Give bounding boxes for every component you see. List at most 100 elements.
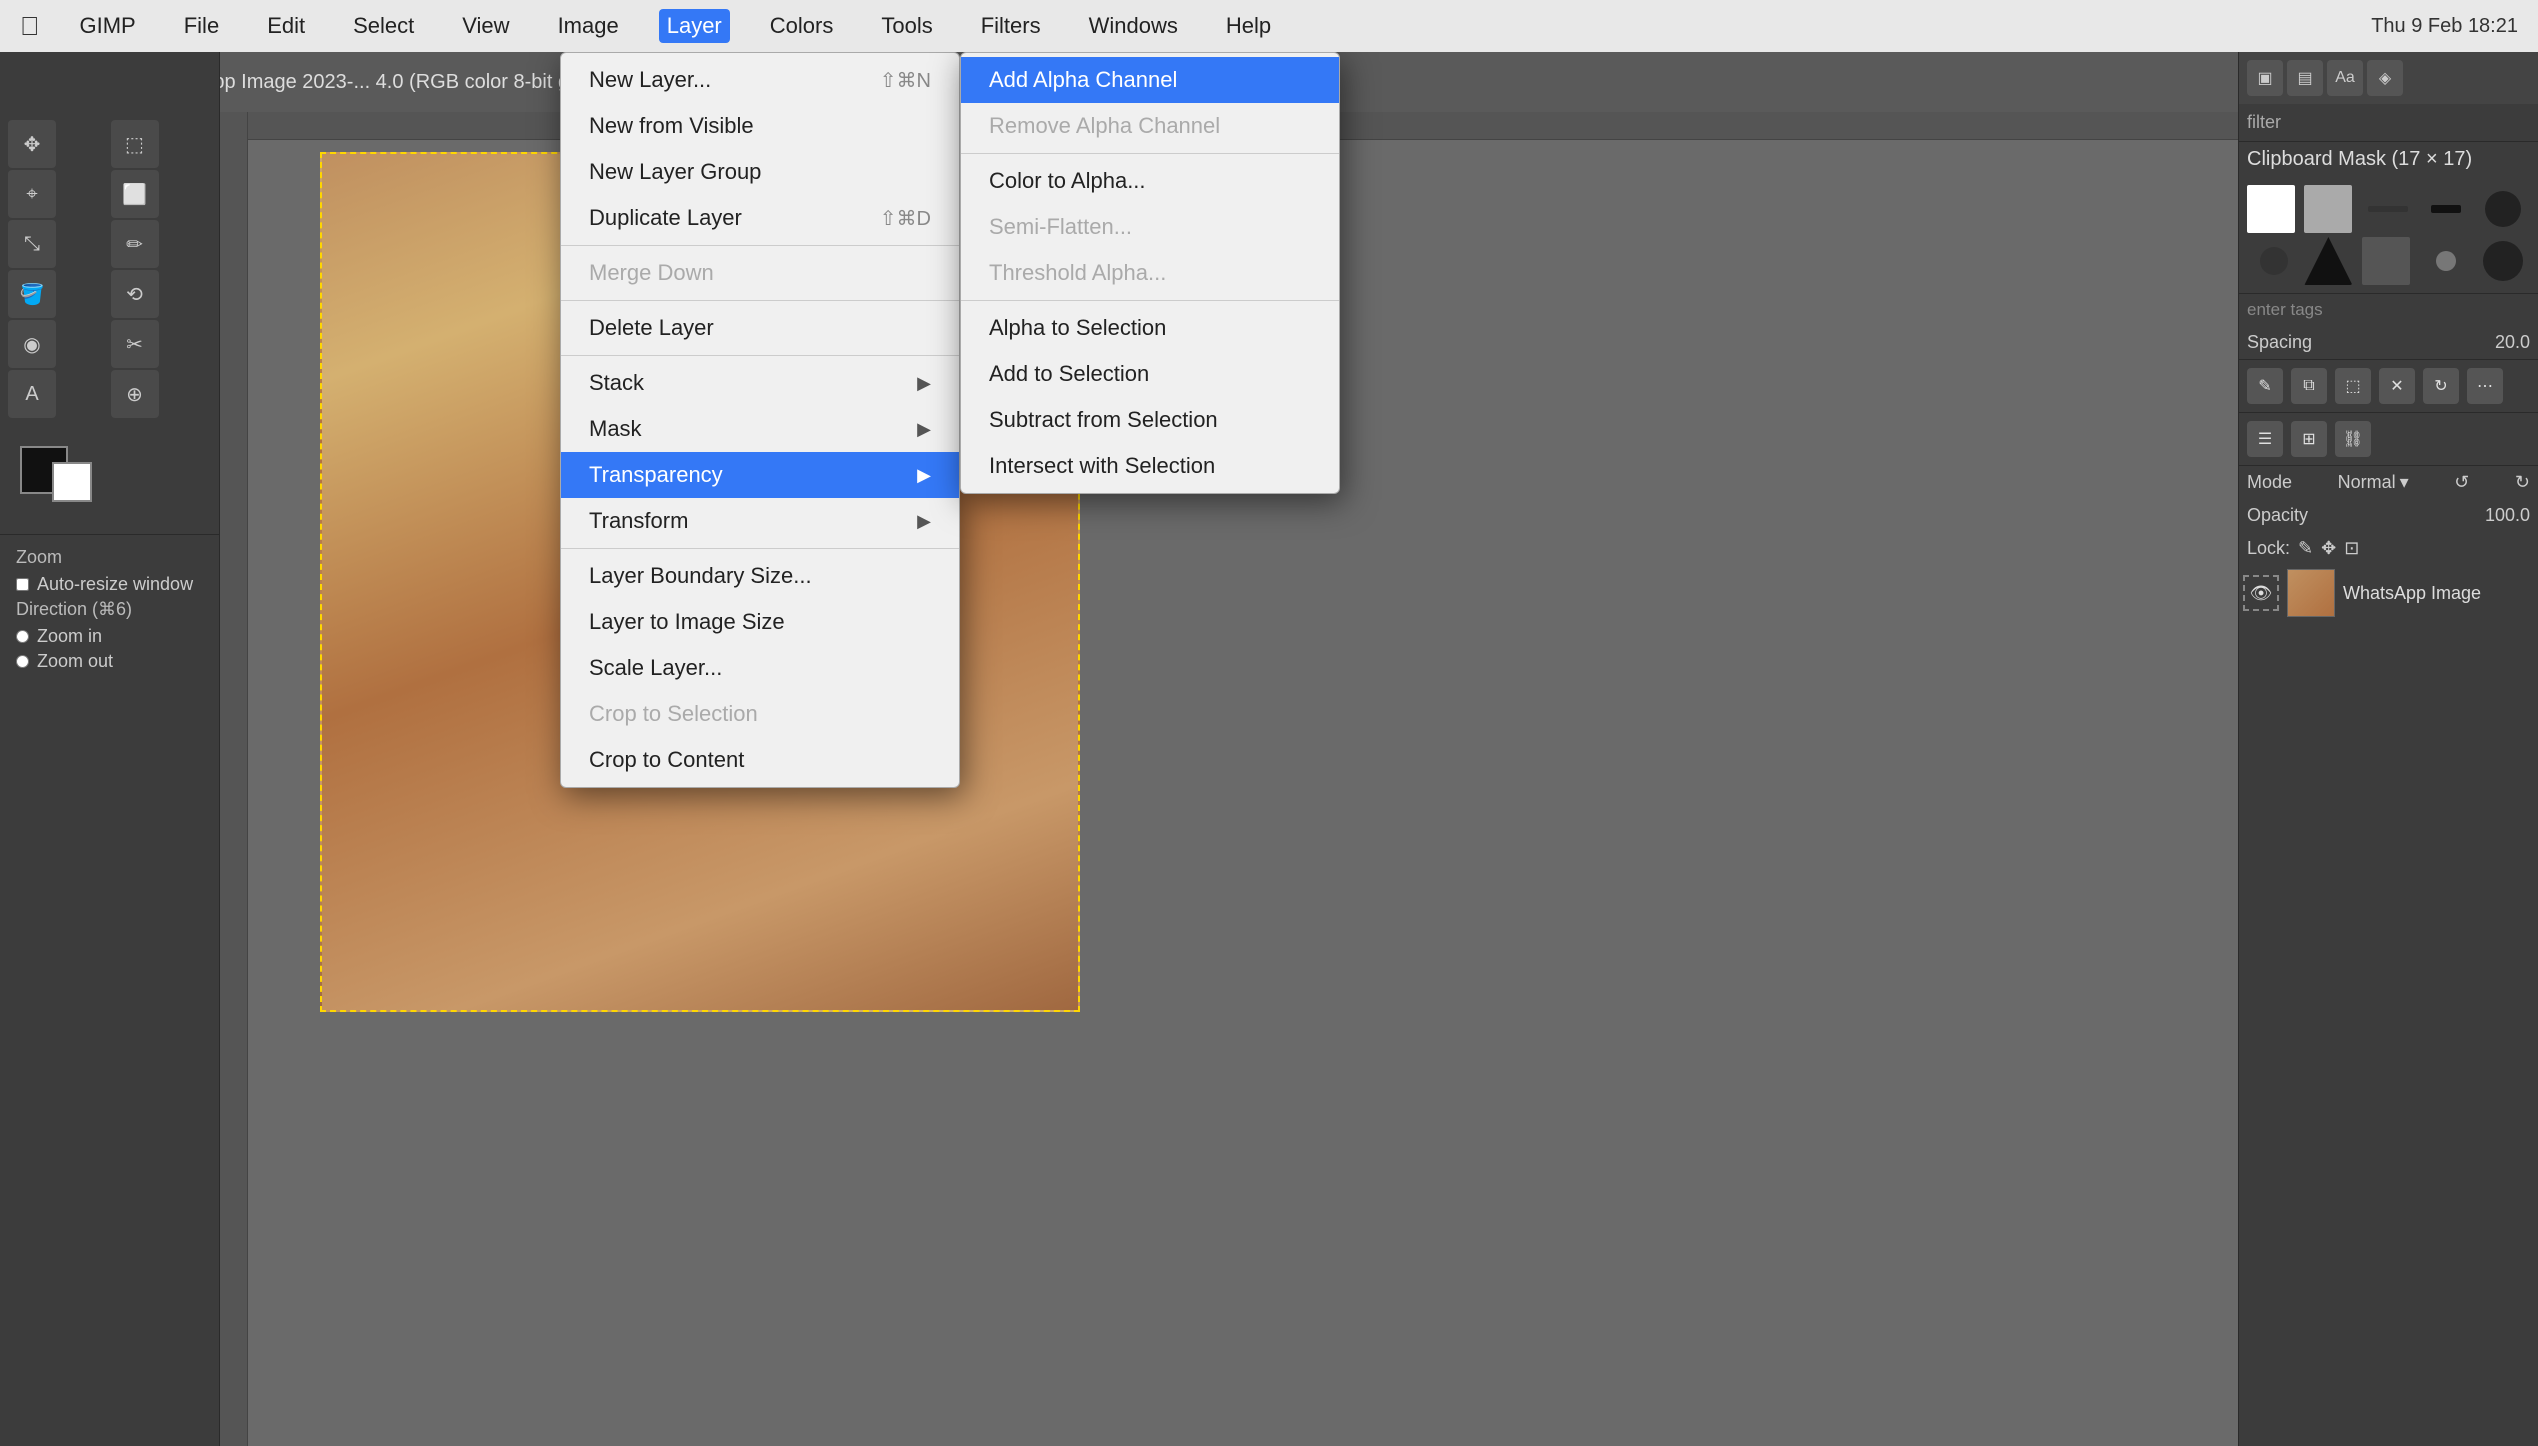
menu-tools[interactable]: Tools	[873, 9, 940, 43]
left-toolbar: ✥ ⬚ ⌖ ⬜ ⤡ ✏ 🪣 ⟲ ◉ ✂ A ⊕ Zoom Auto-resize…	[0, 52, 220, 1446]
tool-clone[interactable]: ⊕	[111, 370, 159, 418]
mode-undo-icon[interactable]: ↺	[2454, 472, 2469, 493]
brush-edit-btn[interactable]: ✎	[2247, 368, 2283, 404]
tool-scale[interactable]: ⤡	[8, 220, 56, 268]
tab-color[interactable]: ◈	[2367, 60, 2403, 96]
submenu-item-intersect-with-selection[interactable]: Intersect with Selection	[961, 443, 1339, 489]
menu-file[interactable]: File	[176, 9, 227, 43]
submenu-item-add-to-selection[interactable]: Add to Selection	[961, 351, 1339, 397]
menu-item-transparency[interactable]: Transparency ▶	[561, 452, 959, 498]
brush-item[interactable]	[2431, 205, 2461, 213]
layer-action-row: ☰ ⊞ ⛓	[2239, 412, 2538, 465]
opacity-value[interactable]: 100.0	[2485, 505, 2530, 526]
layer-chain-btn[interactable]: ⛓	[2335, 421, 2371, 457]
menu-item-new-from-visible[interactable]: New from Visible	[561, 103, 959, 149]
brush-duplicate-btn[interactable]: ⧉	[2291, 368, 2327, 404]
tool-bucket-fill[interactable]: 🪣	[8, 270, 56, 318]
arrow-transform: ▶	[917, 511, 931, 532]
tab-gradients[interactable]: ▤	[2287, 60, 2323, 96]
apple-menu[interactable]: 	[20, 11, 40, 42]
layer-list-btn[interactable]: ☰	[2247, 421, 2283, 457]
zoom-out-option[interactable]: Zoom out	[16, 651, 203, 672]
brush-item[interactable]	[2304, 237, 2352, 285]
brush-label: Clipboard Mask (17 × 17)	[2239, 142, 2538, 177]
brush-refresh-btn[interactable]: ↻	[2423, 368, 2459, 404]
submenu-sep-2	[961, 300, 1339, 301]
brush-filter-input[interactable]: filter	[2239, 104, 2538, 142]
menu-item-scale-layer[interactable]: Scale Layer...	[561, 645, 959, 691]
menu-gimp[interactable]: GIMP	[72, 9, 144, 43]
auto-resize-checkbox[interactable]	[16, 578, 29, 591]
mode-select[interactable]: Normal ▾	[2338, 472, 2409, 493]
submenu-item-color-to-alpha[interactable]: Color to Alpha...	[961, 158, 1339, 204]
brush-item[interactable]	[2260, 247, 2288, 275]
menu-help[interactable]: Help	[1218, 9, 1279, 43]
brush-item[interactable]	[2483, 241, 2523, 281]
menu-select[interactable]: Select	[345, 9, 422, 43]
menu-windows[interactable]: Windows	[1081, 9, 1186, 43]
background-color[interactable]	[52, 462, 92, 502]
menu-item-layer-to-image-size[interactable]: Layer to Image Size	[561, 599, 959, 645]
brush-item[interactable]	[2247, 185, 2295, 233]
menu-item-crop-to-content[interactable]: Crop to Content	[561, 737, 959, 783]
right-panel: ▣ ▤ Aa ◈ filter Clipboard Mask (17 × 17)…	[2238, 52, 2538, 1446]
tab-patterns[interactable]: ▣	[2247, 60, 2283, 96]
layer-name: WhatsApp Image	[2343, 583, 2481, 604]
tool-move[interactable]: ✥	[8, 120, 56, 168]
ruler-vertical	[220, 112, 248, 1446]
menu-item-transform[interactable]: Transform ▶	[561, 498, 959, 544]
menu-item-new-layer[interactable]: New Layer... ⇧⌘N	[561, 57, 959, 103]
tool-rotate[interactable]: ⟲	[111, 270, 159, 318]
lock-paint-icon[interactable]: ✎	[2298, 538, 2313, 559]
submenu-item-subtract-from-selection[interactable]: Subtract from Selection	[961, 397, 1339, 443]
menu-view[interactable]: View	[454, 9, 517, 43]
submenu-item-alpha-to-selection[interactable]: Alpha to Selection	[961, 305, 1339, 351]
brush-item[interactable]	[2485, 191, 2521, 227]
menu-filters[interactable]: Filters	[973, 9, 1049, 43]
menu-item-new-layer-group[interactable]: New Layer Group	[561, 149, 959, 195]
menu-item-delete-layer[interactable]: Delete Layer	[561, 305, 959, 351]
menu-item-layer-boundary-size[interactable]: Layer Boundary Size...	[561, 553, 959, 599]
tool-scissors[interactable]: ✂	[111, 320, 159, 368]
tool-text[interactable]: A	[8, 370, 56, 418]
submenu-item-add-alpha[interactable]: Add Alpha Channel	[961, 57, 1339, 103]
zoom-out-label: Zoom out	[37, 651, 113, 672]
tags-input[interactable]: enter tags	[2239, 293, 2538, 326]
tool-rect-select[interactable]: ⬚	[111, 120, 159, 168]
lock-move-icon[interactable]: ✥	[2321, 538, 2336, 559]
layer-grid-btn[interactable]: ⊞	[2291, 421, 2327, 457]
brush-view-btn[interactable]: ⋯	[2467, 368, 2503, 404]
tool-fuzzy-select[interactable]: ⬜	[111, 170, 159, 218]
tab-fonts[interactable]: Aa	[2327, 60, 2363, 96]
lock-alpha-icon[interactable]: ⊡	[2344, 538, 2359, 559]
submenu-sep-1	[961, 153, 1339, 154]
zoom-in-radio[interactable]	[16, 630, 29, 643]
layer-visibility-icon[interactable]: 👁	[2243, 575, 2279, 611]
menu-layer[interactable]: Layer	[659, 9, 730, 43]
menu-item-stack[interactable]: Stack ▶	[561, 360, 959, 406]
menu-image[interactable]: Image	[550, 9, 627, 43]
brush-item[interactable]	[2368, 206, 2408, 212]
tool-ellipse[interactable]: ◉	[8, 320, 56, 368]
brush-item[interactable]	[2436, 251, 2456, 271]
menu-sep-1	[561, 245, 959, 246]
brush-item[interactable]	[2304, 185, 2352, 233]
menu-colors[interactable]: Colors	[762, 9, 842, 43]
shortcut-duplicate: ⇧⌘D	[880, 206, 931, 231]
tool-free-select[interactable]: ⌖	[8, 170, 56, 218]
brush-copy-btn[interactable]: ⬚	[2335, 368, 2371, 404]
zoom-in-option[interactable]: Zoom in	[16, 626, 203, 647]
brush-delete-btn[interactable]: ✕	[2379, 368, 2415, 404]
tool-pencil[interactable]: ✏	[111, 220, 159, 268]
brush-item[interactable]	[2362, 237, 2410, 285]
layer-thumbnail	[2287, 569, 2335, 617]
menu-item-duplicate-layer[interactable]: Duplicate Layer ⇧⌘D	[561, 195, 959, 241]
auto-resize-option[interactable]: Auto-resize window	[16, 574, 203, 595]
spacing-row: Spacing 20.0	[2239, 326, 2538, 359]
spacing-label: Spacing	[2247, 332, 2312, 353]
auto-resize-label: Auto-resize window	[37, 574, 193, 595]
mode-redo-icon[interactable]: ↻	[2515, 472, 2530, 493]
menu-item-mask[interactable]: Mask ▶	[561, 406, 959, 452]
menu-edit[interactable]: Edit	[259, 9, 313, 43]
zoom-out-radio[interactable]	[16, 655, 29, 668]
